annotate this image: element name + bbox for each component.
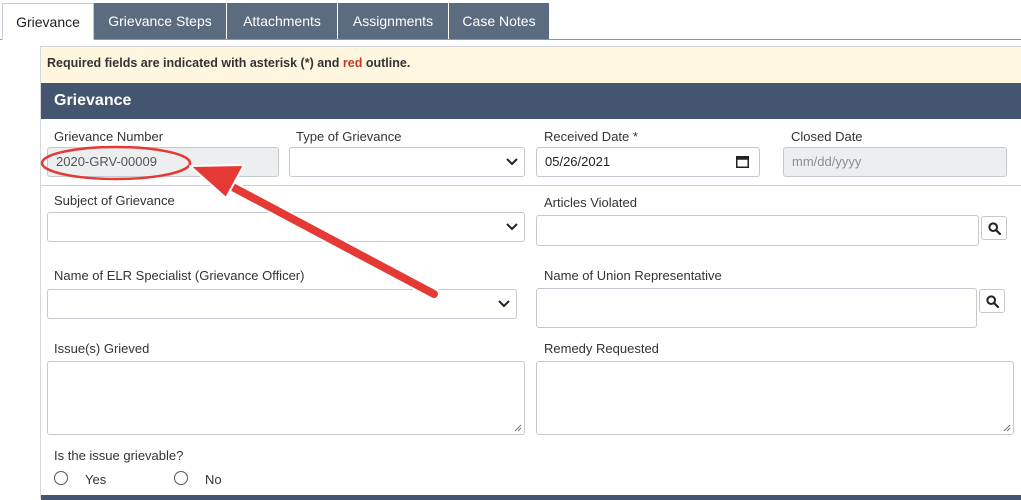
elr-specialist-label: Name of ELR Specialist (Grievance Office… bbox=[54, 268, 305, 283]
subject-of-grievance-select[interactable] bbox=[47, 212, 525, 242]
tab-assignments[interactable]: Assignments bbox=[338, 3, 449, 39]
grievance-panel: Required fields are indicated with aster… bbox=[40, 46, 1021, 500]
tab-grievance[interactable]: Grievance bbox=[2, 3, 94, 40]
closed-date-field: mm/dd/yyyy bbox=[783, 147, 1007, 177]
chevron-down-icon bbox=[506, 223, 518, 231]
issues-grieved-label: Issue(s) Grieved bbox=[54, 341, 150, 356]
resize-grip-icon[interactable] bbox=[1003, 424, 1011, 432]
received-date-value: 05/26/2021 bbox=[545, 154, 611, 169]
grievable-question: Is the issue grievable? bbox=[54, 448, 184, 463]
tab-case-notes[interactable]: Case Notes bbox=[449, 3, 550, 39]
closed-date-label: Closed Date bbox=[791, 129, 863, 144]
notice-red-word: red bbox=[342, 56, 363, 70]
subject-of-grievance-label: Subject of Grievance bbox=[54, 193, 175, 208]
grievance-number-field: 2020-GRV-00009 bbox=[47, 147, 279, 177]
grievance-number-label: Grievance Number bbox=[54, 129, 164, 144]
search-icon bbox=[986, 295, 999, 308]
section-title: Grievance bbox=[41, 83, 1021, 119]
required-fields-notice: Required fields are indicated with aster… bbox=[41, 47, 1021, 83]
remedy-requested-textarea[interactable] bbox=[536, 361, 1014, 435]
articles-violated-label: Articles Violated bbox=[544, 195, 637, 210]
elr-specialist-select[interactable] bbox=[47, 289, 517, 319]
type-of-grievance-label: Type of Grievance bbox=[296, 129, 402, 144]
grievable-yes-radio[interactable] bbox=[54, 471, 68, 485]
issues-grieved-textarea[interactable] bbox=[47, 361, 525, 435]
grievable-no-label: No bbox=[205, 472, 222, 487]
resize-grip-icon[interactable] bbox=[514, 424, 522, 432]
tab-grievance-steps[interactable]: Grievance Steps bbox=[94, 3, 227, 39]
tab-bar: Grievance Grievance Steps Attachments As… bbox=[0, 3, 1021, 40]
type-of-grievance-select[interactable] bbox=[289, 147, 525, 177]
row-divider bbox=[41, 185, 1021, 186]
chevron-down-icon bbox=[498, 300, 510, 308]
notice-prefix: Required fields are indicated with aster… bbox=[47, 56, 343, 70]
union-rep-search-button[interactable] bbox=[979, 289, 1005, 313]
chevron-down-icon bbox=[506, 158, 518, 166]
articles-violated-input[interactable] bbox=[536, 215, 979, 246]
search-icon bbox=[988, 222, 1001, 235]
grievable-no-radio[interactable] bbox=[174, 471, 188, 485]
received-date-input[interactable]: 05/26/2021 bbox=[536, 147, 760, 177]
union-representative-label: Name of Union Representative bbox=[544, 268, 722, 283]
received-date-label: Received Date * bbox=[544, 129, 638, 144]
notice-suffix: outline. bbox=[362, 56, 411, 70]
remedy-requested-label: Remedy Requested bbox=[544, 341, 659, 356]
articles-search-button[interactable] bbox=[981, 216, 1007, 240]
tab-attachments[interactable]: Attachments bbox=[227, 3, 338, 39]
section-footer-bar bbox=[41, 495, 1021, 500]
closed-date-placeholder: mm/dd/yyyy bbox=[792, 154, 862, 169]
grievable-yes-label: Yes bbox=[85, 472, 107, 487]
union-representative-input[interactable] bbox=[536, 288, 977, 328]
calendar-icon[interactable] bbox=[736, 155, 749, 168]
